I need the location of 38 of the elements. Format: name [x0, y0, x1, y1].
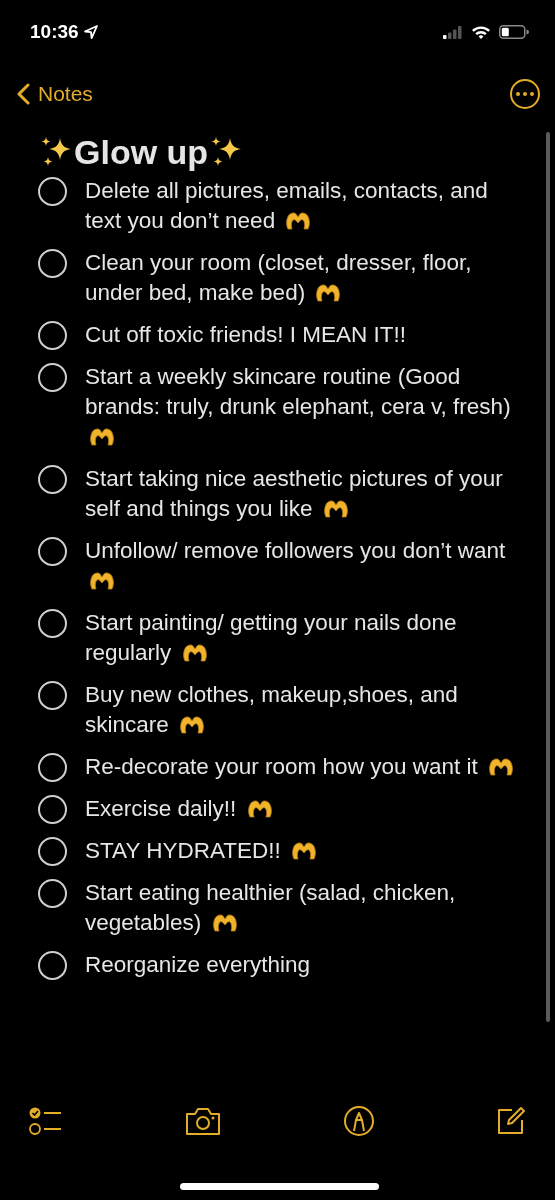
status-time: 10:36	[30, 19, 79, 44]
note-title: Glow up	[74, 131, 209, 173]
checklist-item-text: Unfollow/ remove followers you don’t want	[85, 538, 506, 563]
checkbox[interactable]	[38, 879, 67, 908]
checklist-item-text: Buy new clothes, makeup,shoes, and skincare	[85, 682, 458, 737]
checklist-item-text: Reorganize everything	[85, 952, 311, 977]
more-button[interactable]	[510, 79, 540, 109]
chevron-left-icon	[17, 83, 30, 105]
back-button[interactable]: Notes	[17, 78, 93, 110]
camera-button[interactable]	[184, 1105, 223, 1137]
battery-icon	[499, 25, 529, 39]
checkbox[interactable]	[38, 177, 67, 206]
checklist-item-text: Exercise daily!!	[85, 796, 237, 821]
checklist-item-text: Cut off toxic friends! I MEAN IT!!	[85, 322, 406, 347]
checklist-item-text: Start a weekly skincare routine (Good brands: truly, drunk elephant, cera v, fresh)	[85, 364, 511, 419]
checklist-item-text: STAY HYDRATED!!	[85, 838, 281, 863]
checklist-item-text: Start painting/ getting your nails done regularly	[85, 610, 457, 665]
checkbox[interactable]	[38, 951, 67, 980]
checkbox[interactable]	[38, 681, 67, 710]
markup-button[interactable]	[342, 1105, 375, 1137]
checkbox[interactable]	[38, 537, 67, 566]
checklist-item-text: Re-decorate your room how you want it	[85, 754, 478, 779]
checkbox[interactable]	[38, 795, 67, 824]
checkbox[interactable]	[38, 321, 67, 350]
checklist-item-text: Clean your room (closet, dresser, floor, under bed, make bed)	[85, 250, 472, 305]
checkbox[interactable]	[38, 249, 67, 278]
checkbox[interactable]	[38, 465, 67, 494]
checkbox[interactable]	[38, 837, 67, 866]
checklist-item-text: Delete all pictures, emails, contacts, and text you don’t need	[85, 178, 488, 233]
compose-button[interactable]	[495, 1105, 525, 1137]
checkbox[interactable]	[38, 363, 67, 392]
wifi-icon	[471, 25, 491, 39]
checkbox[interactable]	[38, 753, 67, 782]
checkbox[interactable]	[38, 609, 67, 638]
checklist-item-text: Start eating healthier (salad, chicken, vegetables)	[85, 880, 456, 935]
signal-icon	[443, 25, 463, 39]
checklist-item-text: Start taking nice aesthetic pictures of your self and things you like	[85, 466, 503, 521]
checklist-button[interactable]	[28, 1105, 64, 1137]
